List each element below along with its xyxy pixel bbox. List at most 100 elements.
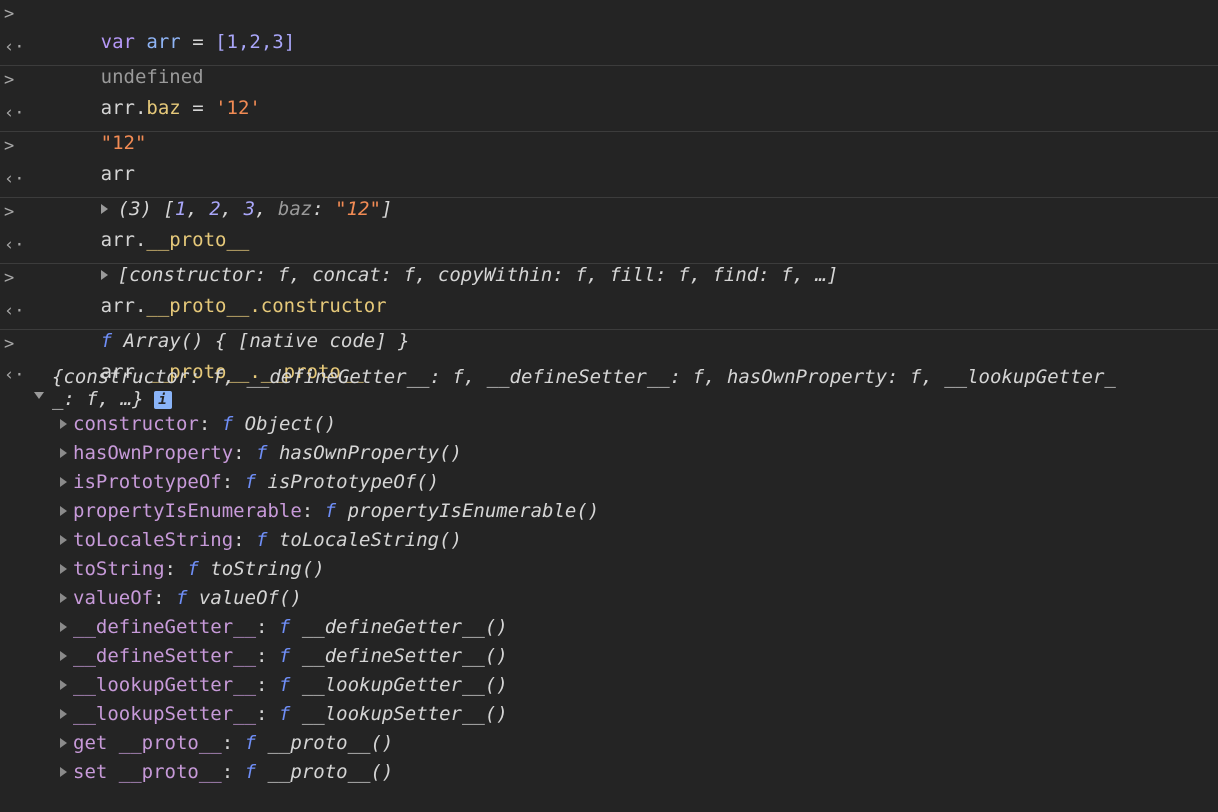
triangle-right-icon[interactable] xyxy=(60,477,67,487)
console-entry: > arr.__proto__ ‹· [constructor: f, concat… xyxy=(0,198,1218,286)
property-row[interactable]: get __proto__: f __proto__() xyxy=(60,729,1218,758)
function-marker: f xyxy=(324,500,337,522)
function-marker: f xyxy=(244,761,257,783)
console-input-line[interactable]: > arr.baz = '12' xyxy=(0,66,1218,119)
triangle-right-icon[interactable] xyxy=(60,593,67,603)
colon: : xyxy=(198,413,222,435)
property-row[interactable]: hasOwnProperty: f hasOwnProperty() xyxy=(60,439,1218,468)
triangle-right-icon[interactable] xyxy=(60,680,67,690)
property-name: __defineGetter__ xyxy=(73,616,257,638)
property-row[interactable]: propertyIsEnumerable: f propertyIsEnumer… xyxy=(60,497,1218,526)
console-output-line: ‹· f Array() { [native code] } xyxy=(0,296,1218,352)
property-name: get __proto__ xyxy=(73,732,222,754)
property-value: toString() xyxy=(210,558,325,580)
colon: : xyxy=(256,703,279,725)
property-value: hasOwnProperty() xyxy=(278,442,462,464)
triangle-right-icon[interactable] xyxy=(60,535,67,545)
object-preview-line: _: f, …} xyxy=(52,388,144,410)
property-value: valueOf() xyxy=(198,587,302,609)
property-name: hasOwnProperty xyxy=(73,442,234,464)
colon: : xyxy=(221,732,245,754)
property-name: __defineSetter__ xyxy=(73,645,257,667)
function-marker: f xyxy=(244,732,257,754)
triangle-right-icon[interactable] xyxy=(60,506,67,516)
property-value: __lookupGetter__() xyxy=(301,674,508,696)
console-entry: > var arr = [1,2,3] ‹· undefined xyxy=(0,0,1218,88)
property-row[interactable]: __lookupSetter__: f __lookupSetter__() xyxy=(60,700,1218,729)
colon: : xyxy=(221,761,245,783)
console-input-line[interactable]: > arr xyxy=(0,132,1218,185)
function-marker: f xyxy=(221,413,234,435)
console-entry: > arr.baz = '12' ‹· "12" xyxy=(0,66,1218,154)
triangle-right-icon[interactable] xyxy=(60,767,67,777)
property-name: constructor xyxy=(73,413,199,435)
function-marker: f xyxy=(175,587,188,609)
colon: : xyxy=(164,558,188,580)
triangle-right-icon[interactable] xyxy=(60,651,67,661)
triangle-right-icon[interactable] xyxy=(60,448,67,458)
return-arrow-icon: ‹· xyxy=(4,37,25,57)
property-value: __defineGetter__() xyxy=(301,616,508,638)
object-preview[interactable]: ‹· {constructor: f, __defineGetter__: f,… xyxy=(0,362,1218,410)
colon: : xyxy=(256,616,279,638)
colon: : xyxy=(233,529,257,551)
console-input-line[interactable]: > arr.__proto__.constructor xyxy=(0,264,1218,317)
devtools-console: > var arr = [1,2,3] ‹· undefined > arr.baz … xyxy=(0,0,1218,812)
property-row[interactable]: toString: f toString() xyxy=(60,555,1218,584)
console-output-line[interactable]: ‹· (3) [1, 2, 3, baz: "12"] xyxy=(0,164,1218,220)
triangle-right-icon[interactable] xyxy=(60,419,67,429)
triangle-down-icon[interactable] xyxy=(34,392,44,399)
property-row[interactable]: toLocaleString: f toLocaleString() xyxy=(60,526,1218,555)
property-row[interactable]: set __proto__: f __proto__() xyxy=(60,758,1218,787)
return-arrow-icon: ‹· xyxy=(4,103,25,123)
chevron-right-icon: > xyxy=(4,136,15,156)
property-name: valueOf xyxy=(73,587,154,609)
property-row[interactable]: constructor: f Object() xyxy=(60,410,1218,439)
property-value: __defineSetter__() xyxy=(301,645,508,667)
console-output-line: ‹· undefined xyxy=(0,32,1218,88)
colon: : xyxy=(256,674,279,696)
colon: : xyxy=(256,645,279,667)
return-arrow-icon: ‹· xyxy=(4,235,25,255)
property-name: isPrototypeOf xyxy=(73,471,222,493)
function-marker: f xyxy=(278,674,291,696)
console-input-line[interactable]: > var arr = [1,2,3] xyxy=(0,0,1218,53)
chevron-right-icon: > xyxy=(4,334,15,354)
triangle-right-icon[interactable] xyxy=(60,564,67,574)
property-row[interactable]: valueOf: f valueOf() xyxy=(60,584,1218,613)
return-arrow-icon: ‹· xyxy=(4,365,25,385)
property-row[interactable]: __lookupGetter__: f __lookupGetter__() xyxy=(60,671,1218,700)
property-row[interactable]: __defineGetter__: f __defineGetter__() xyxy=(60,613,1218,642)
console-entry: > arr.__proto__.__proto__ ‹· {constructor… xyxy=(0,330,1218,787)
property-row[interactable]: isPrototypeOf: f isPrototypeOf() xyxy=(60,468,1218,497)
property-value: Object() xyxy=(244,413,337,435)
info-icon[interactable]: i xyxy=(153,391,172,409)
property-value: toLocaleString() xyxy=(278,529,462,551)
console-input-line[interactable]: > arr.__proto__.__proto__ xyxy=(0,330,1218,383)
property-name: toLocaleString xyxy=(73,529,234,551)
return-arrow-icon: ‹· xyxy=(4,301,25,321)
chevron-right-icon: > xyxy=(4,202,15,222)
return-arrow-icon: ‹· xyxy=(4,169,25,189)
property-name: __lookupSetter__ xyxy=(73,703,257,725)
triangle-right-icon[interactable] xyxy=(60,709,67,719)
property-name: toString xyxy=(73,558,165,580)
property-value: propertyIsEnumerable() xyxy=(347,500,600,522)
property-tree: constructor: f Object() hasOwnProperty: f… xyxy=(0,410,1218,787)
triangle-right-icon[interactable] xyxy=(60,738,67,748)
function-marker: f xyxy=(256,442,268,464)
function-marker: f xyxy=(187,558,199,580)
property-value: __proto__() xyxy=(267,761,394,783)
property-name: __lookupGetter__ xyxy=(73,674,257,696)
property-value: __lookupSetter__() xyxy=(301,703,508,725)
property-name: propertyIsEnumerable xyxy=(73,500,302,522)
property-row[interactable]: __defineSetter__: f __defineSetter__() xyxy=(60,642,1218,671)
colon: : xyxy=(221,471,245,493)
console-output-line[interactable]: ‹· [constructor: f, concat: f, copyWithin… xyxy=(0,230,1218,286)
triangle-right-icon[interactable] xyxy=(60,622,67,632)
console-input-line[interactable]: > arr.__proto__ xyxy=(0,198,1218,251)
function-marker: f xyxy=(244,471,257,493)
colon: : xyxy=(153,587,176,609)
object-preview-line: {constructor: f, __defineGetter__: f, __… xyxy=(52,366,1116,388)
chevron-right-icon: > xyxy=(4,268,15,288)
